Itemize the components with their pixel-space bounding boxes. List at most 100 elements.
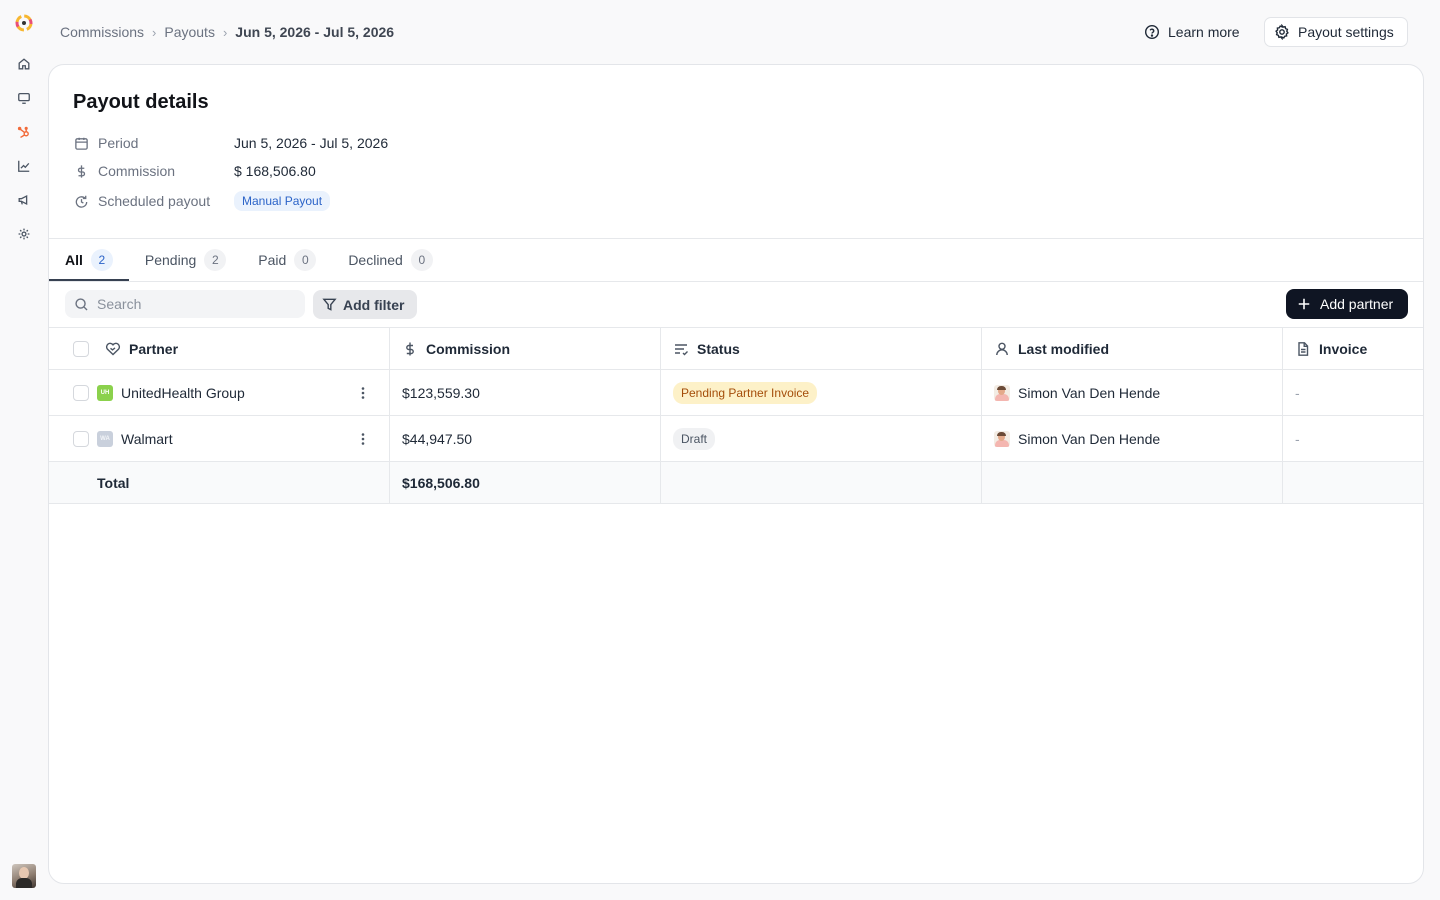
list-check-icon <box>675 343 688 355</box>
invoice-value: - <box>1295 430 1300 447</box>
column-commission[interactable]: Commission <box>390 328 661 369</box>
user-avatar[interactable] <box>12 864 36 888</box>
chevron-right-icon: › <box>222 24 228 40</box>
select-all-checkbox[interactable] <box>73 340 89 357</box>
partner-logo: UH <box>97 384 113 401</box>
plus-icon <box>1298 298 1310 310</box>
total-status-cell <box>661 462 982 503</box>
add-filter-label: Add filter <box>343 296 405 313</box>
more-vertical-icon[interactable] <box>355 431 371 447</box>
avatar <box>994 384 1010 401</box>
tab-pending[interactable]: Pending 2 <box>129 239 242 281</box>
period-row: Period Jun 5, 2026 - Jul 5, 2026 <box>73 132 388 154</box>
tab-paid-label: Paid <box>258 252 287 268</box>
partner-name[interactable]: Walmart <box>121 431 173 447</box>
gear-icon <box>1275 24 1289 40</box>
table-total-row: Total $168,506.80 <box>49 462 1423 504</box>
home-icon[interactable] <box>17 57 31 71</box>
help-circle-icon <box>1144 24 1160 40</box>
tab-paid-count: 0 <box>294 249 317 271</box>
column-partner[interactable]: Partner <box>49 328 390 369</box>
partner-cell: WA Walmart <box>49 416 390 461</box>
partner-cell: UH UnitedHealth Group <box>49 370 390 415</box>
tab-all-label: All <box>65 252 83 268</box>
avatar <box>994 430 1010 447</box>
breadcrumb: Commissions › Payouts › Jun 5, 2026 - Ju… <box>60 22 394 42</box>
column-invoice-label: Invoice <box>1319 340 1368 357</box>
column-last-modified-label: Last modified <box>1018 340 1110 357</box>
timer-refresh-icon <box>73 193 89 209</box>
megaphone-icon[interactable] <box>17 193 31 207</box>
column-status[interactable]: Status <box>661 328 982 369</box>
period-value: Jun 5, 2026 - Jul 5, 2026 <box>234 135 389 151</box>
document-icon <box>1298 341 1309 356</box>
learn-more-label: Learn more <box>1168 24 1240 40</box>
column-commission-label: Commission <box>426 340 511 357</box>
status-tabs: All 2 Pending 2 Paid 0 Declined 0 <box>49 239 449 282</box>
column-last-modified[interactable]: Last modified <box>982 328 1283 369</box>
breadcrumb-payouts[interactable]: Payouts <box>164 24 215 40</box>
breadcrumb-commissions[interactable]: Commissions <box>60 24 144 40</box>
modified-by-name: Simon Van Den Hende <box>1018 430 1161 447</box>
invoice-cell: - <box>1283 370 1423 415</box>
commission-cell: $44,947.50 <box>390 416 661 461</box>
search-input[interactable] <box>97 296 287 312</box>
hubspot-icon[interactable] <box>17 125 31 139</box>
table-row[interactable]: UH UnitedHealth Group $123,559.30 Pendin… <box>49 370 1423 416</box>
app-logo[interactable] <box>14 13 34 33</box>
search-icon <box>75 297 88 311</box>
search-box <box>65 290 305 318</box>
dollar-icon <box>406 342 414 355</box>
commission-label: Commission <box>98 163 176 179</box>
total-invoice-cell <box>1283 462 1423 503</box>
payout-settings-button[interactable]: Payout settings <box>1264 17 1408 47</box>
tab-pending-count: 2 <box>204 249 227 271</box>
status-cell: Pending Partner Invoice <box>661 370 982 415</box>
tab-paid[interactable]: Paid 0 <box>242 239 332 281</box>
commission-row: Commission $ 168,506.80 <box>73 160 316 182</box>
settings-gear-icon[interactable] <box>17 227 31 241</box>
column-status-label: Status <box>697 340 740 357</box>
partner-logo: WA <box>97 430 113 447</box>
payout-settings-label: Payout settings <box>1298 24 1394 40</box>
total-value: $168,506.80 <box>390 462 661 503</box>
last-modified-cell: Simon Van Den Hende <box>982 370 1283 415</box>
handshake-heart-icon <box>105 342 121 355</box>
add-partner-button[interactable]: Add partner <box>1286 289 1408 319</box>
page-title: Payout details <box>73 91 209 113</box>
row-checkbox[interactable] <box>73 430 89 447</box>
column-invoice[interactable]: Invoice <box>1283 328 1423 369</box>
column-partner-label: Partner <box>129 340 179 357</box>
partner-name[interactable]: UnitedHealth Group <box>121 385 245 401</box>
table-header-row: Partner Commission Status Last modified … <box>49 327 1423 370</box>
more-vertical-icon[interactable] <box>355 385 371 401</box>
add-filter-button[interactable]: Add filter <box>313 290 417 319</box>
modified-by-name: Simon Van Den Hende <box>1018 384 1161 401</box>
add-partner-label: Add partner <box>1320 296 1394 312</box>
row-checkbox[interactable] <box>73 384 89 401</box>
tab-all-count: 2 <box>90 249 113 271</box>
tab-pending-label: Pending <box>144 252 197 268</box>
breadcrumb-current: Jun 5, 2026 - Jul 5, 2026 <box>235 24 395 40</box>
chevron-right-icon: › <box>152 24 157 40</box>
scheduled-payout-label: Scheduled payout <box>98 193 211 209</box>
tab-declined-label: Declined <box>348 252 403 268</box>
monitor-icon[interactable] <box>17 91 31 105</box>
invoice-cell: - <box>1283 416 1423 461</box>
side-rail <box>0 0 48 900</box>
chart-line-icon[interactable] <box>17 159 31 173</box>
tab-declined[interactable]: Declined 0 <box>332 239 448 281</box>
period-label: Period <box>98 135 139 151</box>
commission-cell: $123,559.30 <box>390 370 661 415</box>
calendar-icon <box>73 135 89 151</box>
total-label: Total <box>49 462 390 503</box>
status-badge: Draft <box>673 427 716 450</box>
invoice-value: - <box>1295 384 1300 401</box>
learn-more-button[interactable]: Learn more <box>1136 18 1248 46</box>
table-row[interactable]: WA Walmart $44,947.50 Draft Simon Van De… <box>49 416 1423 462</box>
scheduled-payout-row: Scheduled payout Manual Payout <box>73 190 331 212</box>
payout-details-card: Payout details Period Jun 5, 2026 - Jul … <box>48 64 1424 884</box>
total-modified-cell <box>982 462 1283 503</box>
divider <box>49 281 1423 282</box>
tab-all[interactable]: All 2 <box>49 239 129 282</box>
